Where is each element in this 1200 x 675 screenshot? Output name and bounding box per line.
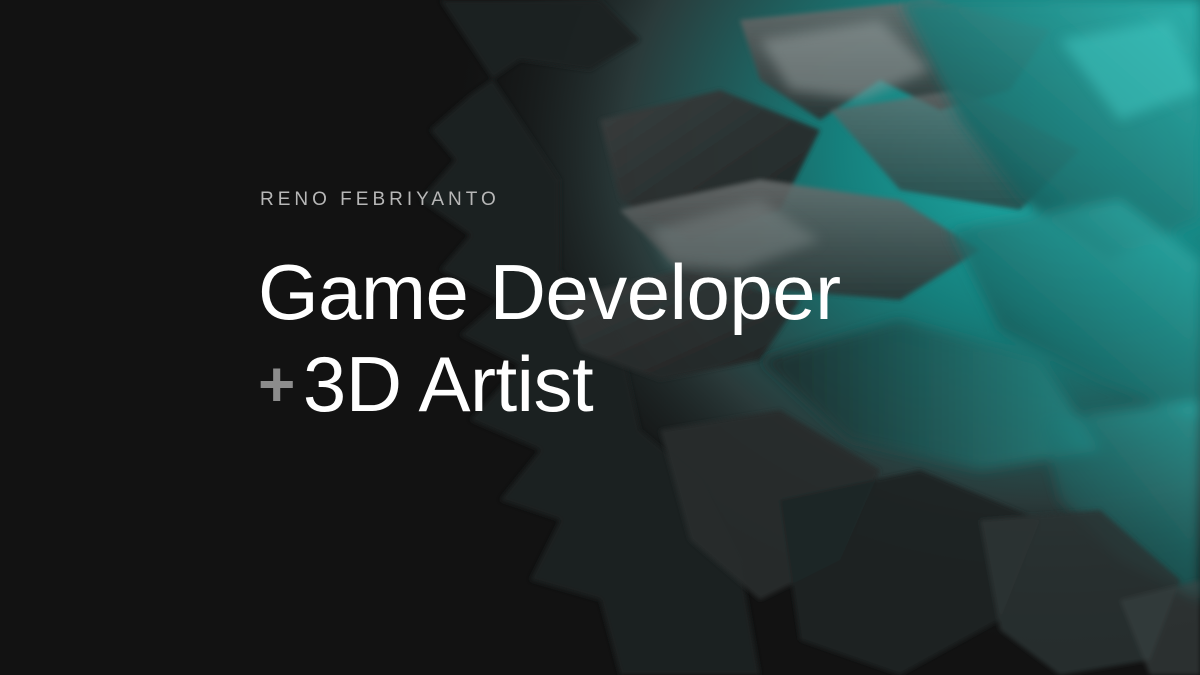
title-line-game-developer: Game Developer	[258, 248, 841, 336]
hero-banner: RENO FEBRIYANTO Game Developer + 3D Arti…	[0, 0, 1200, 675]
title-line-3d-artist: 3D Artist	[302, 340, 594, 428]
page-title: Game Developer + 3D Artist	[258, 246, 1018, 430]
plus-icon: +	[258, 348, 295, 420]
title-line-second: + 3D Artist	[258, 338, 1018, 430]
hero-text-block: RENO FEBRIYANTO Game Developer + 3D Arti…	[258, 186, 1018, 430]
author-name: RENO FEBRIYANTO	[260, 189, 500, 210]
